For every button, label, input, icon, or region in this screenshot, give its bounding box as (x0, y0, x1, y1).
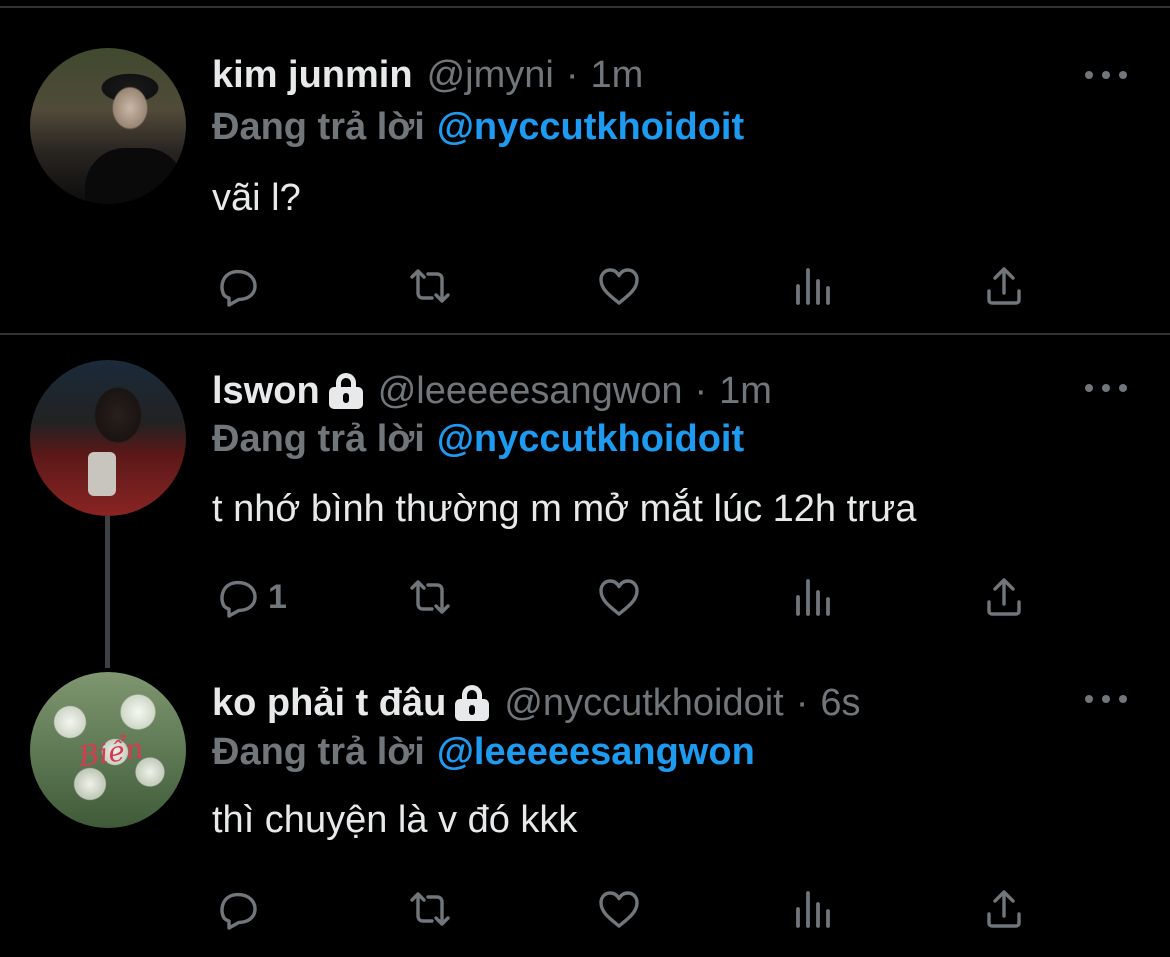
separator-dot: · (694, 369, 708, 412)
replying-to-label: Đang trả lời (212, 730, 425, 773)
user-handle[interactable]: @nyccutkhoidoit (504, 682, 783, 725)
avatar-signature: Biển (76, 731, 146, 774)
like-button[interactable] (595, 884, 643, 934)
reply-button[interactable]: 1 (214, 572, 287, 622)
display-name[interactable]: kim junmin (212, 54, 413, 97)
reply-mention-link[interactable]: @leeeeesangwon (437, 731, 755, 774)
replying-to-label: Đang trả lời (212, 105, 425, 148)
retweet-icon (410, 269, 450, 303)
like-button[interactable] (595, 572, 643, 622)
retweet-button[interactable] (406, 572, 454, 622)
action-bar: 1 (212, 572, 1042, 622)
share-button[interactable] (980, 261, 1028, 311)
replying-to: Đang trả lời @nyccutkhoidoit (212, 102, 744, 152)
like-icon (599, 579, 639, 616)
display-name[interactable]: ko phải t đâu (212, 682, 446, 725)
reply-button[interactable] (214, 261, 268, 311)
tweet-header: kim junmin @jmyni · 1m (212, 50, 643, 100)
retweet-icon (410, 892, 450, 926)
more-icon[interactable] (1085, 689, 1127, 709)
timestamp[interactable]: 1m (590, 54, 643, 97)
timestamp[interactable]: 1m (719, 370, 772, 413)
reply-icon (220, 892, 257, 930)
analytics-icon (796, 268, 830, 305)
avatar[interactable]: Biển (30, 672, 186, 828)
lock-icon (328, 373, 364, 409)
analytics-button[interactable] (789, 261, 837, 311)
analytics-icon (796, 579, 830, 616)
more-icon[interactable] (1085, 65, 1127, 85)
analytics-button[interactable] (789, 884, 837, 934)
reply-mention-link[interactable]: @nyccutkhoidoit (437, 418, 744, 461)
retweet-button[interactable] (406, 884, 454, 934)
tweet[interactable]: Biển ko phải t đâu @nyccutkhoidoit · 6s … (0, 655, 1170, 957)
reply-icon (220, 580, 257, 618)
more-icon[interactable] (1085, 378, 1127, 398)
reply-icon (220, 269, 257, 307)
tweet[interactable]: lswon @leeeeesangwon · 1m Đang trả lời @… (0, 335, 1170, 655)
share-icon (987, 578, 1021, 616)
reply-mention-link[interactable]: @nyccutkhoidoit (437, 106, 744, 149)
avatar[interactable] (30, 360, 186, 516)
replying-to: Đang trả lời @leeeeesangwon (212, 727, 755, 777)
display-name[interactable]: lswon (212, 370, 320, 413)
tweet-text: thì chuyện là v đó kkk (212, 798, 578, 841)
like-icon (599, 268, 639, 305)
user-handle[interactable]: @leeeeesangwon (378, 370, 683, 413)
user-handle[interactable]: @jmyni (427, 54, 554, 97)
replying-to-label: Đang trả lời (212, 417, 425, 460)
timestamp[interactable]: 6s (820, 682, 860, 725)
tweet-header: ko phải t đâu @nyccutkhoidoit · 6s (212, 678, 861, 728)
tweet[interactable]: kim junmin @jmyni · 1m Đang trả lời @nyc… (0, 0, 1170, 333)
action-bar (212, 884, 1042, 934)
lock-icon (454, 685, 490, 721)
reply-button[interactable] (214, 884, 268, 934)
analytics-button[interactable] (789, 572, 837, 622)
tweet-text: vãi l? (212, 176, 301, 219)
like-icon (599, 891, 639, 928)
share-button[interactable] (980, 572, 1028, 622)
retweet-icon (410, 580, 450, 614)
avatar[interactable] (30, 48, 186, 204)
share-icon (987, 267, 1021, 305)
tweet-text: t nhớ bình thường m mở mắt lúc 12h trưa (212, 487, 917, 530)
like-button[interactable] (595, 261, 643, 311)
share-icon (987, 890, 1021, 928)
separator-dot: · (565, 53, 579, 96)
replying-to: Đang trả lời @nyccutkhoidoit (212, 414, 744, 464)
share-button[interactable] (980, 884, 1028, 934)
reply-count: 1 (268, 577, 287, 616)
analytics-icon (796, 891, 830, 928)
action-bar (212, 261, 1042, 311)
separator-dot: · (795, 681, 809, 724)
retweet-button[interactable] (406, 261, 454, 311)
tweet-header: lswon @leeeeesangwon · 1m (212, 366, 772, 416)
